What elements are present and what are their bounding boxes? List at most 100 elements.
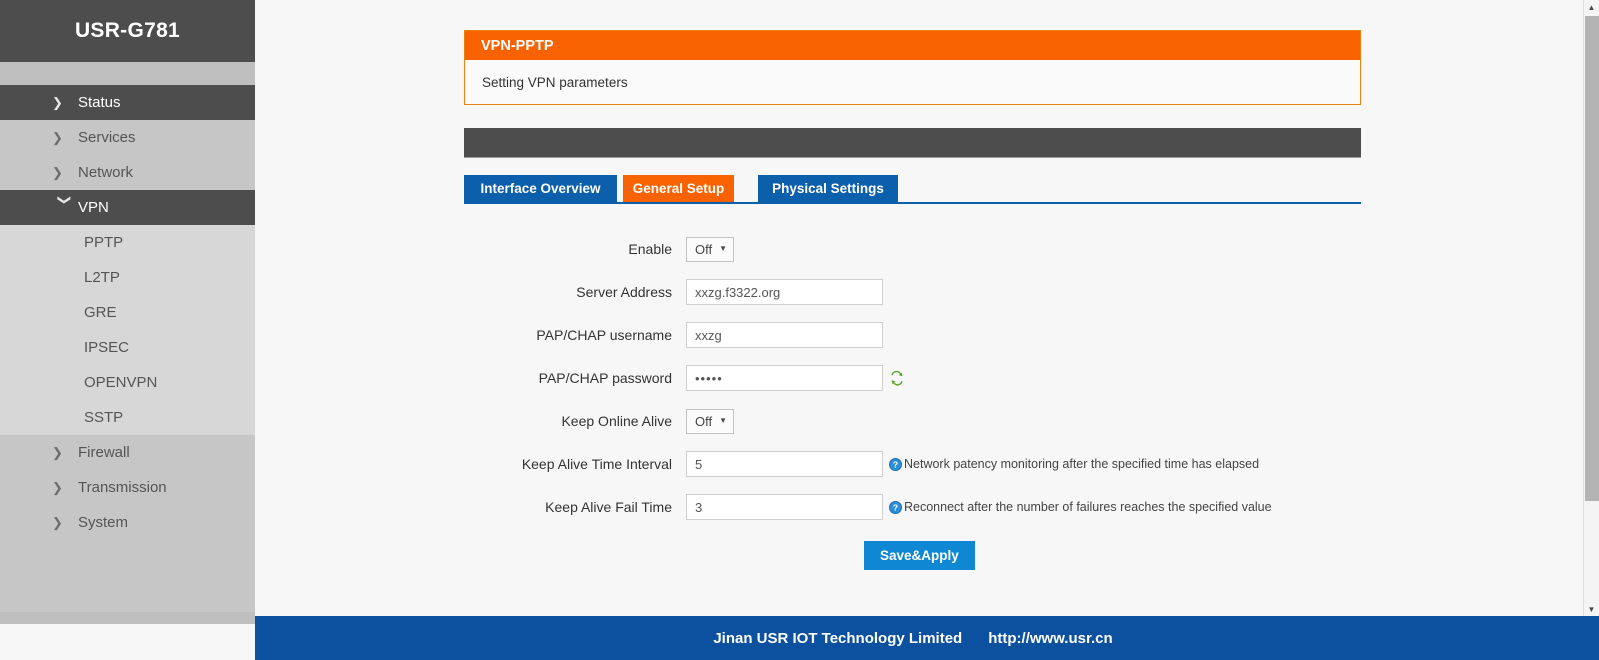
sidebar-item-network[interactable]: ❯ Network: [0, 155, 255, 190]
keep-alive-fail-time-help: ? Reconnect after the number of failures…: [889, 500, 1272, 514]
pap-chap-password-input[interactable]: [686, 365, 883, 391]
tab-label: Interface Overview: [480, 181, 601, 196]
sidebar-item-ipsec[interactable]: IPSEC: [0, 330, 255, 365]
pap-chap-username-input[interactable]: [686, 322, 883, 348]
save-apply-button[interactable]: Save&Apply: [864, 541, 975, 570]
keep-alive-interval-help: ? Network patency monitoring after the s…: [889, 457, 1259, 471]
sidebar-separator: [0, 62, 255, 85]
sidebar-filler: [0, 540, 255, 620]
keep-alive-interval-input[interactable]: [686, 451, 883, 477]
page-banner: VPN-PPTP Setting VPN parameters: [464, 30, 1361, 105]
sidebar-subitem-label: SSTP: [84, 409, 124, 426]
server-address-label: Server Address: [576, 284, 672, 300]
sidebar-item-status[interactable]: ❯ Status: [0, 85, 255, 120]
sidebar-item-services[interactable]: ❯ Services: [0, 120, 255, 155]
sidebar-item-label: VPN: [78, 199, 109, 216]
keep-alive-interval-label: Keep Alive Time Interval: [521, 456, 672, 472]
sidebar-subitem-label: PPTP: [84, 234, 124, 251]
svg-text:?: ?: [893, 502, 898, 512]
sidebar: USR-G781 ❯ Status ❯ Services ❯ Network ❯…: [0, 0, 255, 620]
enable-select-value: Off: [695, 241, 713, 257]
keep-alive-interval-help-text: Network patency monitoring after the spe…: [904, 457, 1260, 471]
sidebar-subitem-label: OPENVPN: [84, 374, 158, 391]
sidebar-item-firewall[interactable]: ❯ Firewall: [0, 435, 255, 470]
tab-physical-settings[interactable]: Physical Settings: [758, 175, 898, 202]
sidebar-item-label: Transmission: [78, 479, 167, 496]
form-row-keep-alive-fail-time: Keep Alive Fail Time ? Reconnect after t…: [464, 494, 1361, 520]
chevron-down-icon: ▼: [719, 416, 728, 425]
page-title: VPN-PPTP: [481, 37, 554, 54]
sidebar-footer-strip: [0, 612, 255, 624]
refresh-reveal-icon[interactable]: [890, 370, 904, 386]
scroll-down-arrow-icon[interactable]: ▼: [1584, 602, 1599, 616]
chevron-right-icon: ❯: [52, 480, 63, 495]
page-footer: Jinan USR IOT Technology Limited http://…: [255, 616, 1599, 660]
tab-bar: Interface Overview General Setup Physica…: [464, 175, 1361, 204]
form-actions: Save&Apply: [464, 541, 1361, 570]
keep-alive-fail-time-input[interactable]: [686, 494, 883, 520]
footer-website-link[interactable]: http://www.usr.cn: [988, 630, 1112, 647]
tab-general-setup[interactable]: General Setup: [623, 175, 734, 202]
vertical-scrollbar[interactable]: ▲ ▼: [1583, 0, 1599, 616]
banner-header: VPN-PPTP: [465, 31, 1360, 60]
sidebar-item-l2tp[interactable]: L2TP: [0, 260, 255, 295]
sidebar-subitem-label: IPSEC: [84, 339, 130, 356]
sidebar-submenu-vpn: PPTP L2TP GRE IPSEC OPENVPN SSTP: [0, 225, 255, 435]
tab-label: Physical Settings: [772, 181, 884, 196]
sidebar-item-gre[interactable]: GRE: [0, 295, 255, 330]
sidebar-nav: ❯ Status ❯ Services ❯ Network ❯ VPN PPTP: [0, 85, 255, 620]
sidebar-item-label: Services: [78, 129, 136, 146]
sidebar-item-label: System: [78, 514, 129, 531]
router-admin-page: USR-G781 ❯ Status ❯ Services ❯ Network ❯…: [0, 0, 1599, 660]
sidebar-item-label: Firewall: [78, 444, 130, 461]
sidebar-item-system[interactable]: ❯ System: [0, 505, 255, 540]
sidebar-subitem-label: GRE: [84, 304, 117, 321]
footer-company: Jinan USR IOT Technology Limited: [713, 629, 963, 647]
sidebar-item-sstp[interactable]: SSTP: [0, 400, 255, 435]
chevron-down-icon: ▼: [719, 244, 728, 253]
chevron-right-icon: ❯: [52, 130, 63, 145]
tab-label: General Setup: [632, 181, 725, 196]
scroll-up-arrow-icon[interactable]: ▲: [1584, 0, 1599, 14]
sidebar-item-openvpn[interactable]: OPENVPN: [0, 365, 255, 400]
keep-online-alive-select-value: Off: [695, 413, 713, 429]
sidebar-subitem-label: L2TP: [84, 269, 120, 286]
sidebar-item-label: Network: [78, 164, 134, 181]
svg-text:?: ?: [893, 459, 898, 469]
keep-online-alive-label: Keep Online Alive: [561, 413, 672, 429]
sidebar-item-label: Status: [78, 94, 121, 111]
username-label: PAP/CHAP username: [536, 327, 672, 343]
device-model-title: USR-G781: [74, 19, 181, 42]
logo-block: USR-G781: [0, 0, 255, 62]
chevron-right-icon: ❯: [52, 165, 63, 180]
help-circle-icon[interactable]: ?: [889, 500, 902, 514]
sidebar-item-pptp[interactable]: PPTP: [0, 225, 255, 260]
sidebar-item-transmission[interactable]: ❯ Transmission: [0, 470, 255, 505]
main-content: VPN-PPTP Setting VPN parameters Interfac…: [255, 0, 1599, 660]
scrollbar-thumb[interactable]: [1585, 16, 1599, 501]
content-column: VPN-PPTP Setting VPN parameters Interfac…: [464, 30, 1361, 570]
help-circle-icon[interactable]: ?: [889, 457, 902, 471]
form-row-enable: Enable Off ▼: [464, 236, 1361, 262]
enable-label: Enable: [628, 241, 672, 257]
vpn-settings-form: Enable Off ▼ Server Address PAP/CHAP use…: [464, 236, 1361, 570]
enable-select[interactable]: Off ▼: [686, 236, 735, 262]
keep-alive-fail-time-label: Keep Alive Fail Time: [545, 499, 672, 515]
chevron-right-icon: ❯: [52, 515, 63, 530]
tab-interface-overview[interactable]: Interface Overview: [464, 175, 617, 202]
chevron-right-icon: ❯: [52, 445, 63, 460]
server-address-input[interactable]: [686, 279, 883, 305]
section-strip: [464, 128, 1361, 158]
form-row-password: PAP/CHAP password: [464, 365, 1361, 391]
keep-online-alive-select[interactable]: Off ▼: [686, 408, 735, 434]
footer-content: Jinan USR IOT Technology Limited http://…: [713, 630, 1112, 647]
sidebar-item-vpn[interactable]: ❯ VPN: [0, 190, 255, 225]
chevron-right-icon: ❯: [52, 95, 63, 110]
password-label: PAP/CHAP password: [538, 370, 672, 386]
page-subtitle: Setting VPN parameters: [482, 74, 628, 90]
form-row-server-address: Server Address: [464, 279, 1361, 305]
banner-body: Setting VPN parameters: [465, 60, 1360, 104]
form-row-keep-online-alive: Keep Online Alive Off ▼: [464, 408, 1361, 434]
keep-alive-fail-time-help-text: Reconnect after the number of failures r…: [904, 500, 1272, 514]
form-row-username: PAP/CHAP username: [464, 322, 1361, 348]
